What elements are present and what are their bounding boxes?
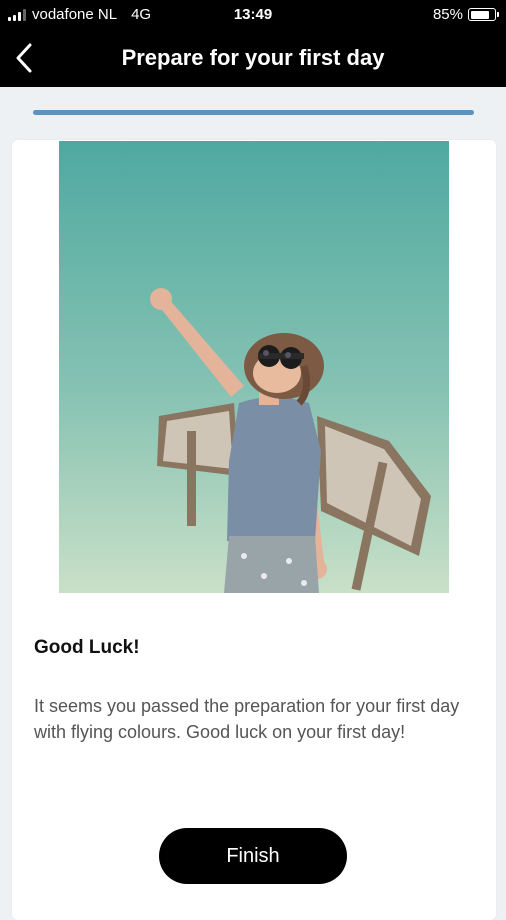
- heading: Good Luck!: [34, 637, 140, 658]
- battery-icon: [468, 8, 499, 21]
- status-bar-right: 85%: [432, 6, 499, 23]
- status-bar: vodafone NL 4G 13:49 85%: [0, 0, 506, 30]
- hero-image: [59, 141, 449, 593]
- clock: 13:49: [233, 6, 273, 23]
- progress-bar: [33, 110, 474, 115]
- body-text: It seems you passed the preparation for …: [34, 696, 460, 742]
- page-title: Prepare for your first day: [121, 45, 385, 70]
- content-card: Good Luck! It seems you passed the prepa…: [12, 140, 496, 920]
- battery-fill: [470, 10, 490, 19]
- battery-percent: 85%: [432, 6, 463, 23]
- app-header: Prepare for your first day: [0, 30, 506, 87]
- finish-button[interactable]: Finish: [159, 828, 347, 884]
- photo-child-aviator-icon: [59, 141, 449, 593]
- progress-bar-fill: [33, 110, 474, 115]
